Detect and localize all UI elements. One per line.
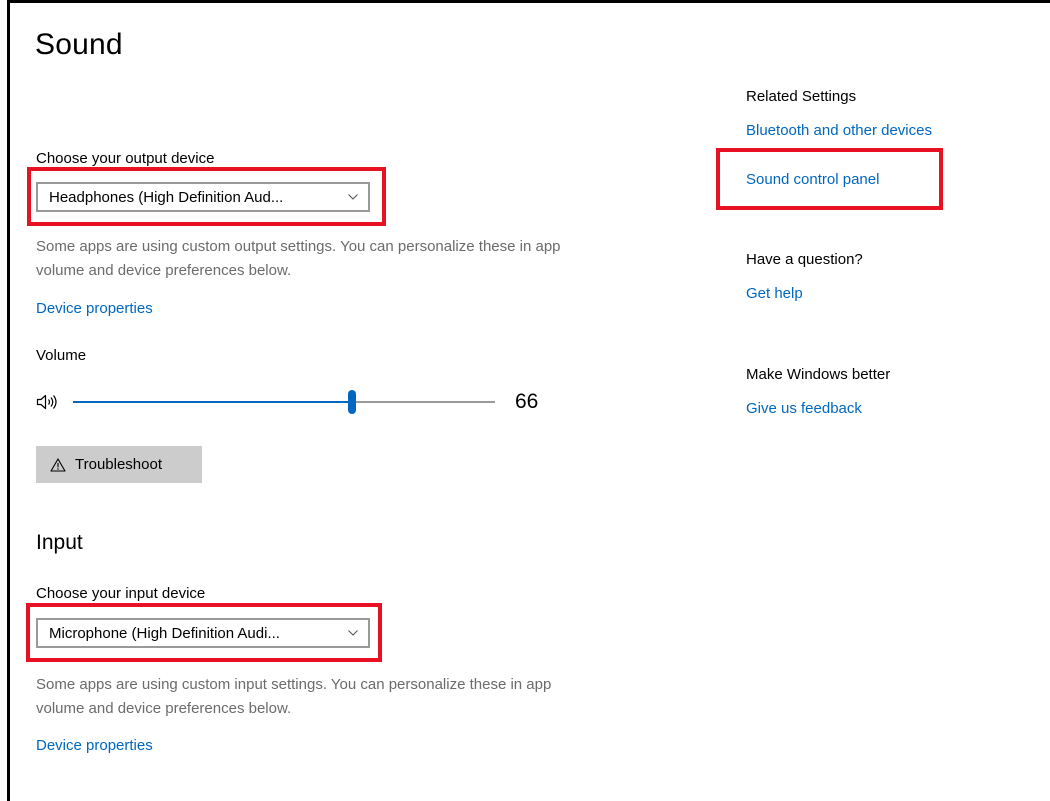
volume-slider-fill — [73, 401, 352, 403]
input-device-dropdown[interactable]: Microphone (High Definition Audi... — [36, 618, 370, 648]
speaker-icon[interactable] — [36, 393, 58, 411]
get-help-link[interactable]: Get help — [746, 285, 803, 302]
related-settings-heading: Related Settings — [746, 88, 857, 105]
chevron-down-icon — [348, 630, 358, 636]
input-heading: Input — [36, 531, 83, 554]
volume-slider-thumb[interactable] — [347, 390, 356, 414]
output-description: Some apps are using custom output settin… — [36, 238, 561, 279]
input-device-label: Choose your input device — [36, 585, 206, 602]
chevron-down-icon — [348, 194, 358, 200]
bluetooth-devices-link[interactable]: Bluetooth and other devices — [746, 122, 932, 139]
warning-icon — [50, 457, 66, 472]
window-frame-left — [7, 0, 10, 801]
output-device-properties-link[interactable]: Device properties — [36, 300, 153, 317]
give-feedback-link[interactable]: Give us feedback — [746, 400, 862, 417]
page-title: Sound — [35, 28, 123, 61]
have-question-heading: Have a question? — [746, 251, 863, 268]
volume-label: Volume — [36, 347, 87, 364]
input-device-value: Microphone (High Definition Audi... — [49, 624, 280, 642]
window-frame-top — [7, 0, 1050, 3]
input-description: Some apps are using custom input setting… — [36, 676, 552, 717]
output-device-label: Choose your output device — [36, 150, 215, 167]
output-device-value: Headphones (High Definition Aud... — [49, 188, 284, 206]
make-windows-better-heading: Make Windows better — [746, 366, 891, 383]
troubleshoot-button[interactable]: Troubleshoot — [36, 446, 202, 483]
sound-control-panel-link[interactable]: Sound control panel — [746, 171, 879, 188]
troubleshoot-label: Troubleshoot — [75, 456, 162, 473]
input-device-properties-link[interactable]: Device properties — [36, 737, 153, 754]
volume-value: 66 — [515, 390, 539, 413]
output-device-dropdown[interactable]: Headphones (High Definition Aud... — [36, 182, 370, 212]
